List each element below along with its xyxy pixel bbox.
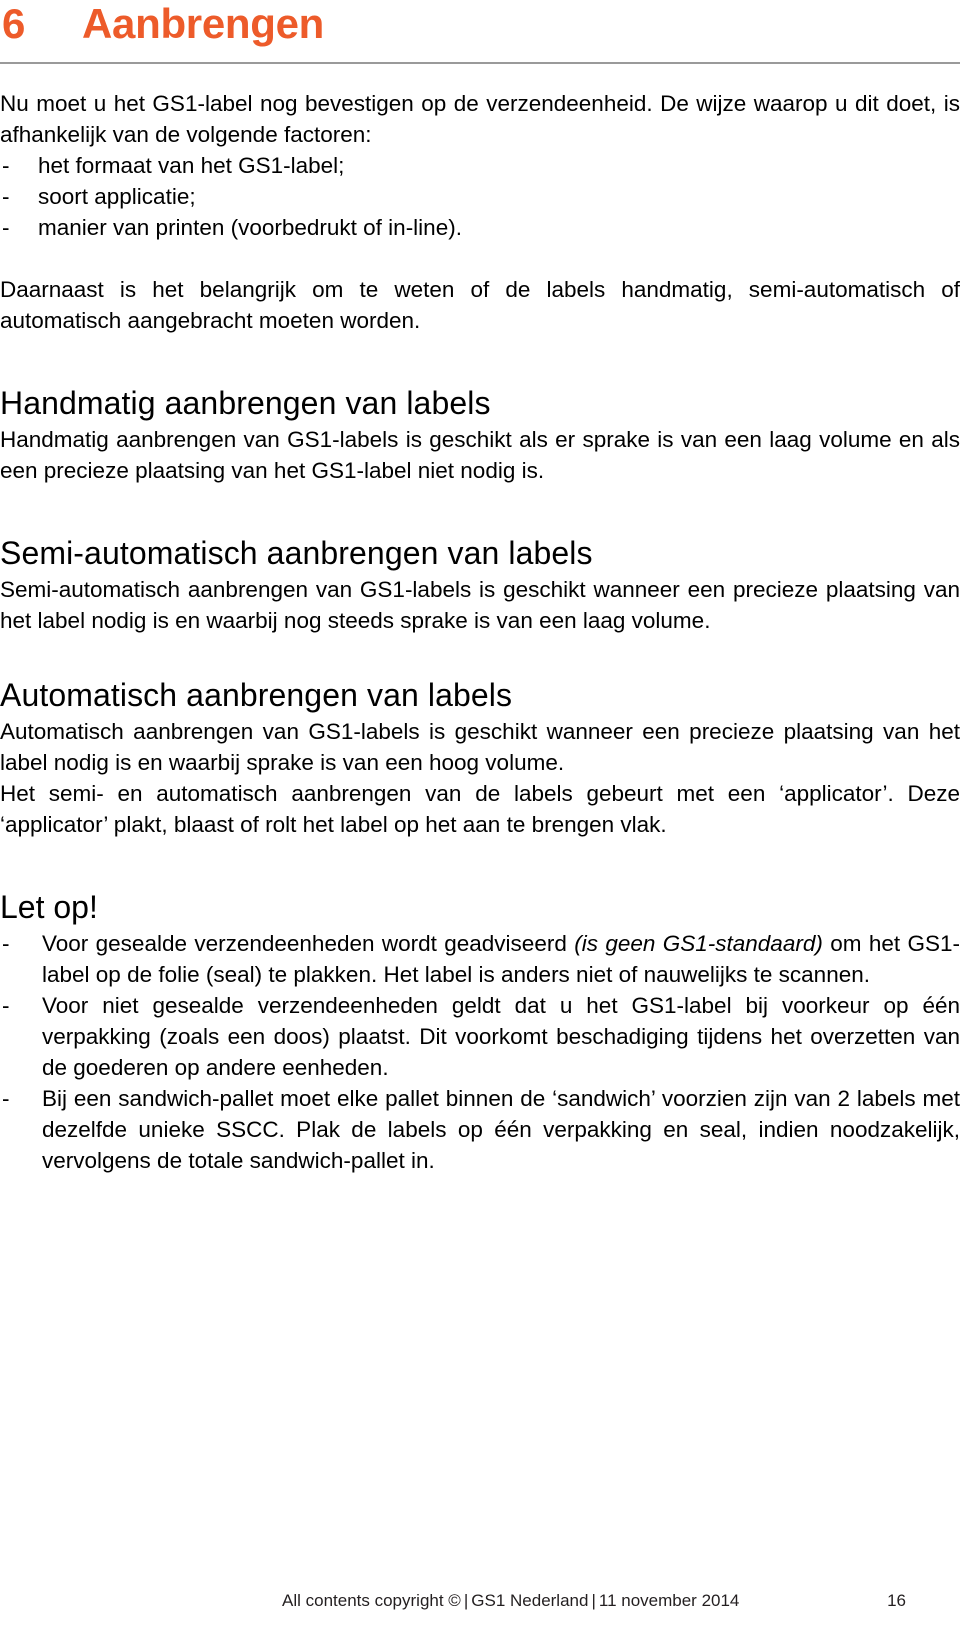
footer-copyright-prefix: All contents copyright © — [282, 1591, 461, 1610]
header-divider — [0, 62, 960, 64]
section-body-semi-automatisch: Semi-automatisch aanbrengen van GS1-labe… — [0, 577, 960, 633]
list-item-label: soort applicatie; — [38, 184, 196, 209]
footer-separator: | — [463, 1591, 469, 1610]
list-item: - manier van printen (voorbedrukt of in-… — [0, 212, 960, 243]
intro-paragraph: Daarnaast is het belangrijk om te weten … — [0, 277, 960, 333]
note-item-text-pre: Bij een sandwich-pallet moet elke pallet… — [42, 1086, 960, 1173]
intro-factor-list: - het formaat van het GS1-label; - soort… — [0, 150, 960, 243]
section-heading-semi-automatisch: Semi-automatisch aanbrengen van labels — [0, 535, 593, 571]
section-heading-handmatig: Handmatig aanbrengen van labels — [0, 385, 491, 421]
list-item: - soort applicatie; — [0, 181, 960, 212]
note-item-text-italic: (is geen GS1-standaard) — [574, 931, 823, 956]
note-item-text-pre: Voor niet gesealde verzendeenheden geldt… — [42, 993, 960, 1080]
dash-marker: - — [2, 184, 10, 209]
section-body-automatisch: Automatisch aanbrengen van GS1-labels is… — [0, 719, 960, 775]
note-item-text-pre: Voor gesealde verzendeenheden wordt gead… — [42, 931, 575, 956]
dash-marker: - — [2, 931, 10, 956]
footer-page-number: 16 — [887, 1591, 906, 1610]
footer-date: 11 november 2014 — [598, 1591, 740, 1610]
document-page: 6 Aanbrengen Nu moet u het GS1-label nog… — [0, 0, 960, 1629]
dash-marker: - — [2, 215, 10, 240]
footer-organisation: GS1 Nederland — [471, 1591, 589, 1610]
chapter-heading: 6 Aanbrengen — [0, 0, 960, 58]
chapter-title: Aanbrengen — [82, 0, 325, 47]
intro-lead-paragraph: Nu moet u het GS1-label nog bevestigen o… — [0, 91, 960, 147]
list-item-label: manier van printen (voorbedrukt of in-li… — [38, 215, 462, 240]
list-item: - Voor niet gesealde verzendeenheden geld… — [0, 990, 960, 1083]
list-item-label: het formaat van het GS1-label; — [38, 153, 345, 178]
note-heading: Let op! — [0, 889, 98, 925]
page-footer: All contents copyright © | GS1 Nederland | 1… — [0, 1589, 960, 1615]
section-body-handmatig: Handmatig aanbrengen van GS1-labels is g… — [0, 427, 960, 483]
note-list: - Voor gesealde verzendeenheden wordt gea… — [0, 928, 960, 1176]
list-item: - het formaat van het GS1-label; — [0, 150, 960, 181]
footer-separator: | — [591, 1591, 596, 1610]
chapter-number: 6 — [2, 0, 26, 47]
page-content: Nu moet u het GS1-label nog bevestigen o… — [0, 88, 960, 1176]
dash-marker: - — [2, 1086, 10, 1111]
list-item: - Voor gesealde verzendeenheden wordt gea… — [0, 928, 960, 990]
section-body-automatisch-applicator: Het semi- en automatisch aanbrengen van … — [0, 781, 960, 837]
footer-copyright: All contents copyright © | GS1 Nederland | 1… — [282, 1589, 739, 1613]
dash-marker: - — [2, 153, 10, 178]
list-item: - Bij een sandwich-pallet moet elke palle… — [0, 1083, 960, 1176]
dash-marker: - — [2, 993, 10, 1018]
section-heading-automatisch: Automatisch aanbrengen van labels — [0, 677, 513, 713]
